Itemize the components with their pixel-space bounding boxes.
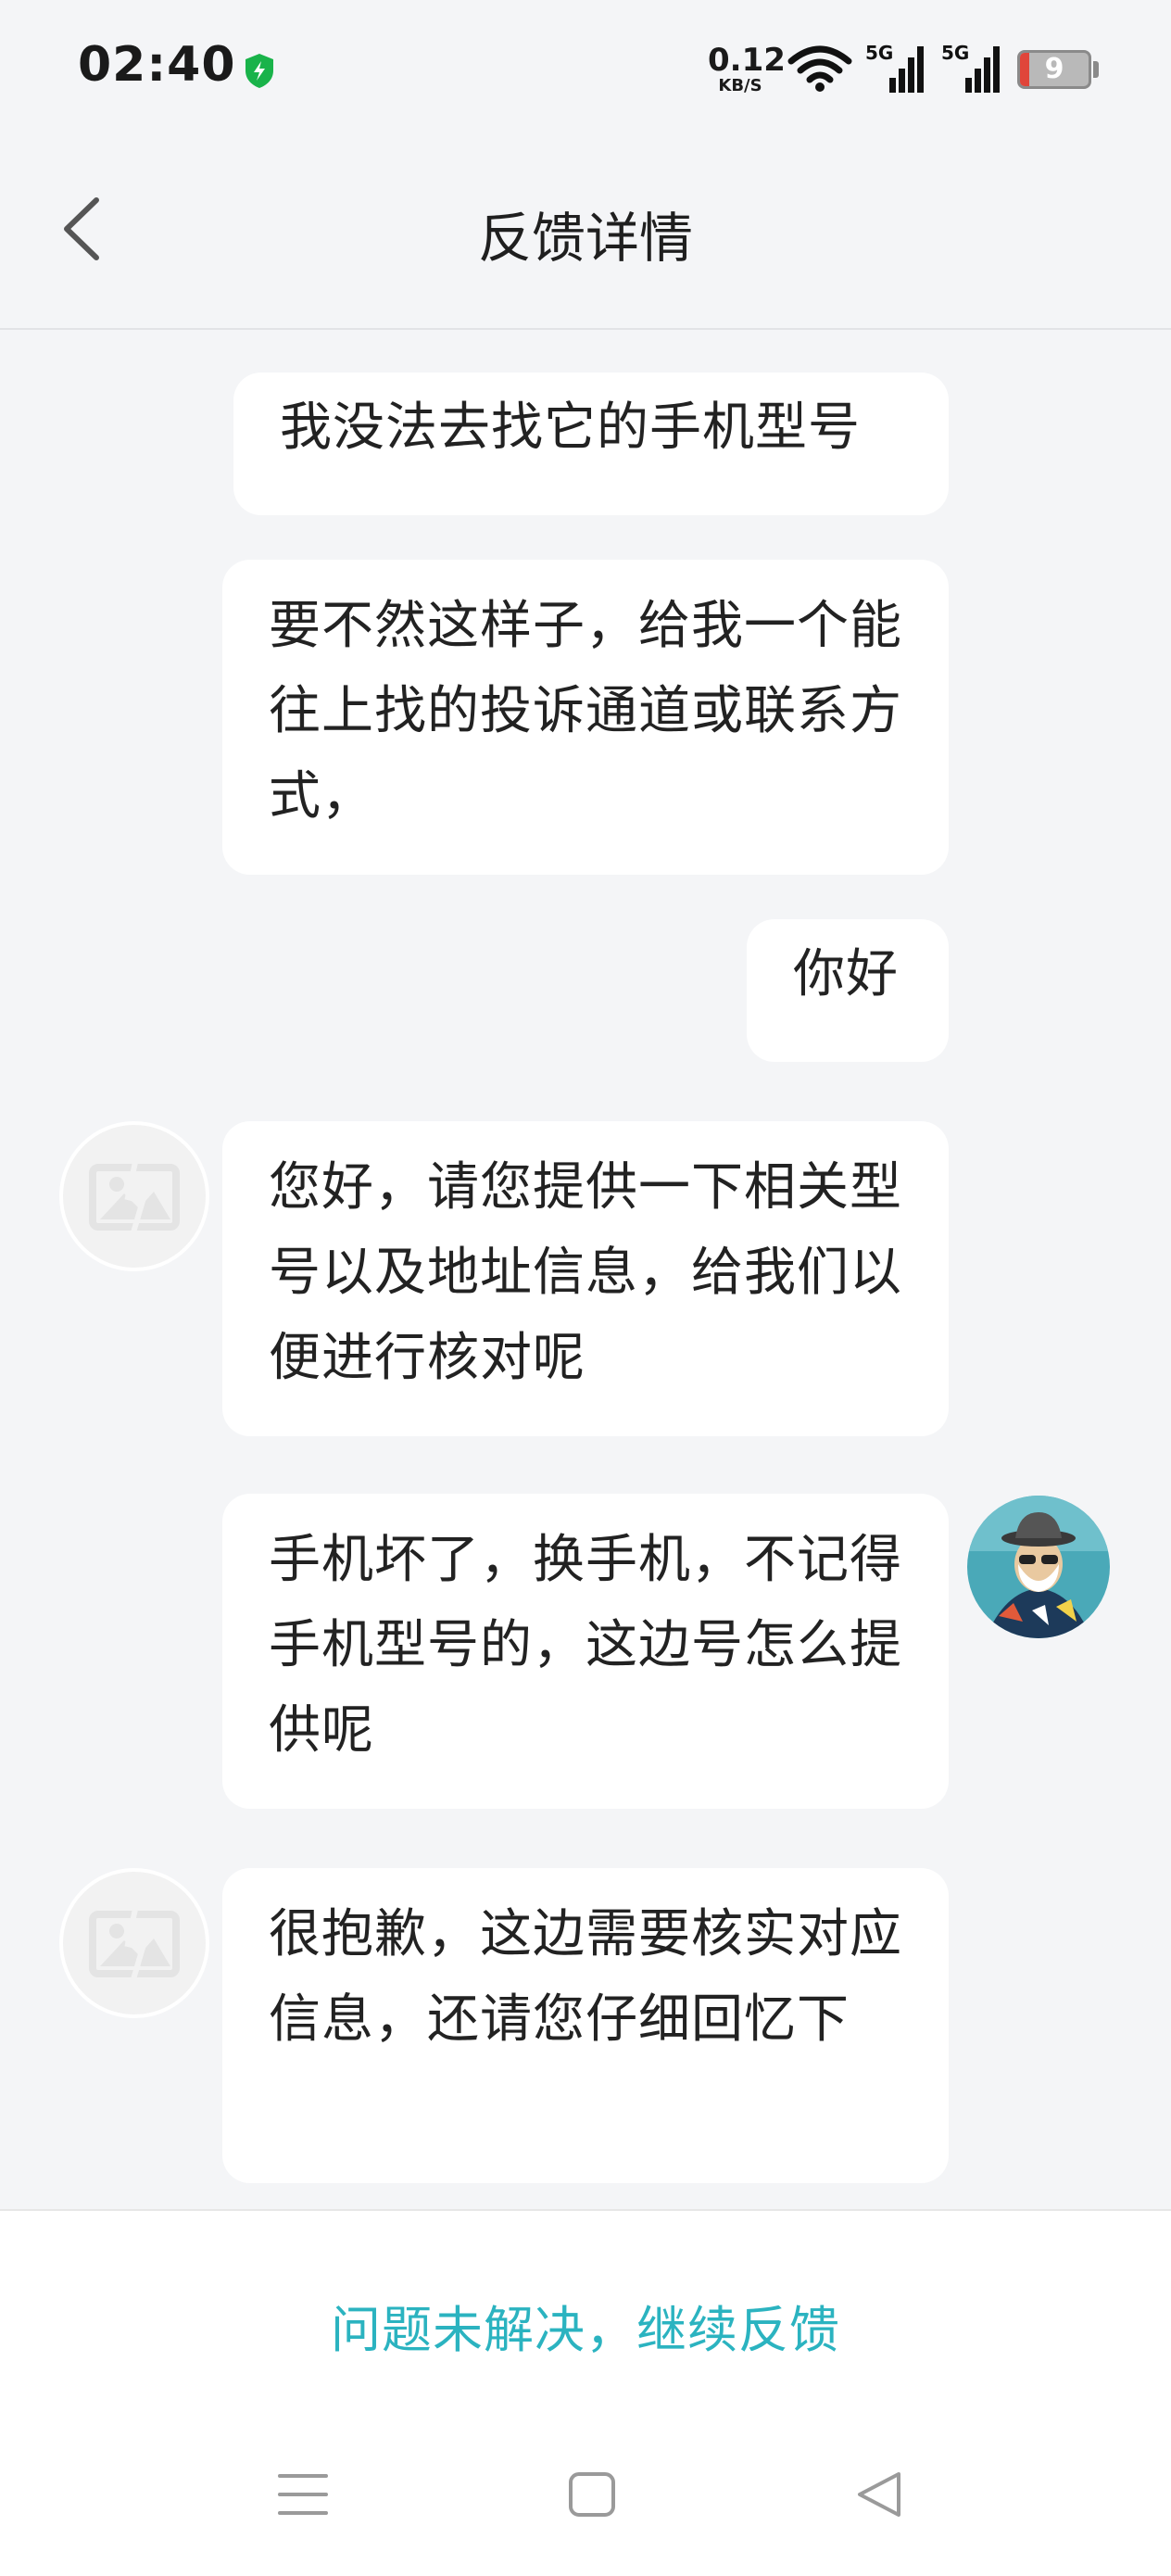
message-text: 我没法去找它的手机型号 <box>280 398 861 458</box>
agent-avatar <box>59 1868 209 2018</box>
status-bar: 02:40 0.12 KB/S 5G 5G 9 <box>0 0 1171 139</box>
signal-5g-icon-2: 5G <box>941 42 1000 93</box>
message-bubble-user: 你好 <box>747 919 949 1062</box>
message-text: 要不然这样子，给我一个能往上找的投诉通道或联系方式， <box>269 596 902 827</box>
continue-feedback-button[interactable]: 问题未解决，继续反馈 <box>0 2289 1171 2362</box>
network-speed-value: 0.12 <box>708 42 786 79</box>
shield-check-icon <box>246 54 273 88</box>
status-time: 02:40 <box>78 37 236 93</box>
battery-level: 9 <box>1044 53 1064 85</box>
image-placeholder-icon <box>89 1908 180 1980</box>
menu-icon[interactable] <box>276 2469 330 2520</box>
message-bubble-user: 要不然这样子，给我一个能往上找的投诉通道或联系方式， <box>222 560 949 875</box>
message-bubble-user: 我没法去找它的手机型号 <box>233 373 949 515</box>
back-triangle-icon[interactable] <box>852 2469 906 2520</box>
user-avatar-image <box>967 1496 1110 1638</box>
message-text: 手机坏了，换手机，不记得手机型号的，这边号怎么提供呢 <box>269 1530 902 1761</box>
image-placeholder-icon <box>89 1161 180 1233</box>
user-avatar <box>967 1496 1110 1638</box>
network-speed: 0.12 KB/S <box>708 42 786 95</box>
wifi-icon <box>787 45 852 92</box>
bottom-bar: 问题未解决，继续反馈 <box>0 2209 1171 2576</box>
message-text: 很抱歉，这边需要核实对应信息，还请您仔细回忆下 <box>269 1904 902 2050</box>
message-bubble-agent: 您好，请您提供一下相关型号以及地址信息，给我们以便进行核对呢 <box>222 1121 949 1436</box>
message-text: 您好，请您提供一下相关型号以及地址信息，给我们以便进行核对呢 <box>269 1157 902 1388</box>
signal-2-label: 5G <box>941 42 969 64</box>
message-text: 你好 <box>793 944 899 1004</box>
battery-cap <box>1093 61 1099 78</box>
message-bubble-agent: 很抱歉，这边需要核实对应信息，还请您仔细回忆下 <box>222 1868 949 2183</box>
signal-1-label: 5G <box>865 42 893 64</box>
network-speed-unit: KB/S <box>718 76 762 95</box>
message-bubble-user: 手机坏了，换手机，不记得手机型号的，这边号怎么提供呢 <box>222 1494 949 1809</box>
agent-avatar <box>59 1121 209 1271</box>
signal-5g-icon: 5G <box>865 42 924 93</box>
battery-icon: 9 <box>1017 50 1091 89</box>
page-title: 反馈详情 <box>477 207 693 270</box>
home-square-icon[interactable] <box>567 2470 617 2519</box>
page-header: 反馈详情 <box>0 139 1171 330</box>
